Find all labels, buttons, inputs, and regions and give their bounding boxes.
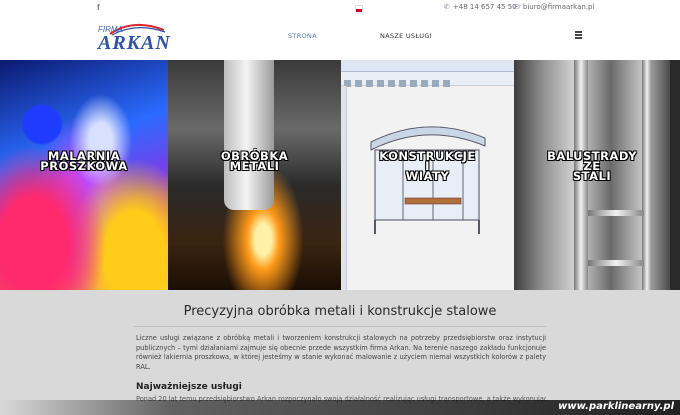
panel-railings[interactable]: BALUSTRADY ZE STALI [514, 60, 670, 290]
panel-metal-processing[interactable]: OBRÓBKA METALI [168, 60, 341, 290]
nav-services[interactable]: NASZE USŁUGI [380, 32, 432, 40]
phone-icon: ✆ [444, 3, 450, 11]
polish-flag-icon[interactable] [355, 5, 363, 12]
panel-title-railings: BALUSTRADY ZE STALI [547, 149, 637, 183]
content-section: Precyzyjna obróbka metali i konstrukcje … [0, 290, 680, 415]
cad-sidebar [341, 86, 347, 290]
phone-contact[interactable]: ✆ +48 14 657 45 50 [444, 3, 517, 11]
watermark-bar: www.parklinearny.pl [0, 400, 680, 415]
panel-title-metal-processing: OBRÓBKA METALI [220, 149, 289, 173]
header: FIRMA ARKAN STRONA NASZE USŁUGI [0, 16, 680, 60]
company-logo[interactable]: FIRMA ARKAN [98, 22, 171, 58]
phone-number: +48 14 657 45 50 [452, 3, 517, 11]
intro-paragraph: Liczne usługi związane z obróbką metali … [136, 334, 546, 371]
panel-constructions[interactable]: KONSTRUKCJE I WIATY [341, 60, 514, 290]
menu-icon[interactable] [575, 31, 582, 39]
panel-title-constructions: KONSTRUKCJE I WIATY [379, 149, 476, 183]
divider [134, 326, 546, 327]
panel-powder-coating[interactable]: MALARNIA PROSZKOWA [0, 60, 168, 290]
email-address: biuro@firmaarkan.pl [522, 3, 595, 11]
nav-home[interactable]: STRONA [288, 32, 317, 40]
railing-bar [588, 260, 644, 266]
email-contact[interactable]: ✉ biuro@firmaarkan.pl [514, 3, 594, 11]
cad-titlebar [341, 60, 514, 72]
logo-arkan-text: ARKAN [98, 32, 171, 54]
main-heading: Precyzyjna obróbka metali i konstrukcje … [183, 304, 497, 319]
envelope-icon: ✉ [514, 3, 520, 11]
top-bar: f ✆ +48 14 657 45 50 ✉ biuro@firmaarkan.pl [0, 0, 680, 16]
facebook-icon[interactable]: f [97, 3, 100, 12]
laser-machine-image [224, 60, 274, 210]
services-heading: Najważniejsze usługi [136, 382, 242, 392]
hero-edge [670, 60, 680, 290]
cad-toolbar [341, 72, 514, 87]
watermark-text: www.parklinearny.pl [558, 401, 674, 412]
hero-panels: MALARNIA PROSZKOWA OBRÓBKA METALI KONSTRUK… [0, 60, 680, 290]
railing-bar [588, 210, 644, 216]
panel-title-powder-coating: MALARNIA PROSZKOWA [40, 149, 128, 173]
